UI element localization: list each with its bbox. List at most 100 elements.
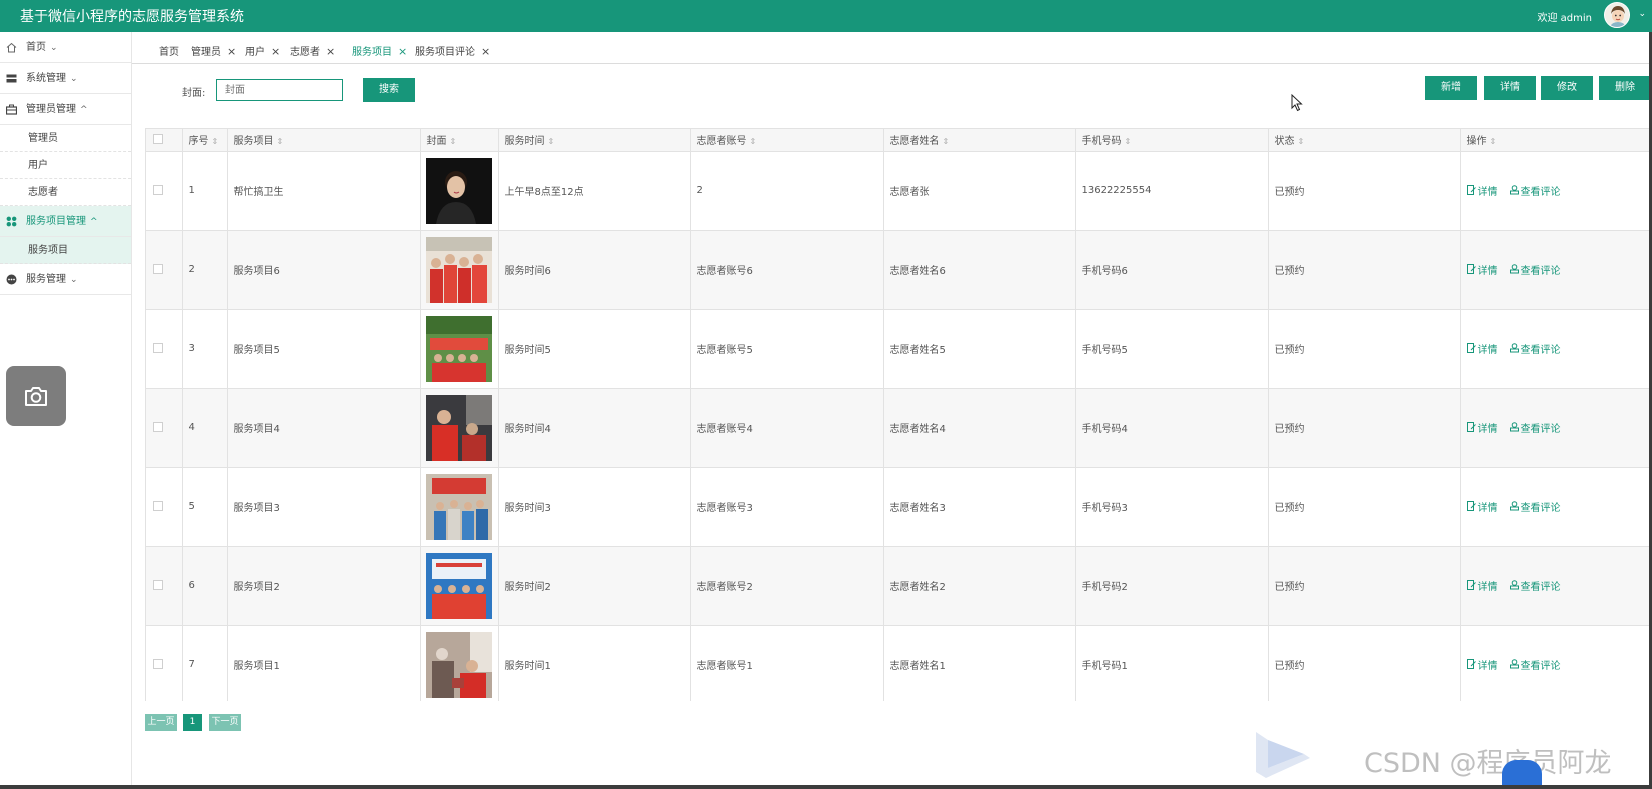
- row-checkbox[interactable]: [153, 501, 163, 511]
- tab-admin[interactable]: 管理员 ×: [191, 43, 236, 58]
- tab-volunteer[interactable]: 志愿者 ×: [290, 43, 335, 58]
- row-detail-link[interactable]: 详情: [1466, 185, 1498, 198]
- select-all-cell[interactable]: [146, 129, 183, 152]
- row-detail-link[interactable]: 详情: [1466, 501, 1498, 514]
- cover-image[interactable]: [425, 236, 498, 303]
- user-menu-chevron-icon[interactable]: ⌄: [1638, 9, 1646, 19]
- row-comments-link[interactable]: 查看评论: [1509, 264, 1561, 277]
- row-comments-link[interactable]: 查看评论: [1509, 659, 1561, 672]
- table-row[interactable]: 5 服务项目3 服务时间3 志愿者账号3 志愿者姓名3 手机号码3 已预约 详情 查看评论: [146, 467, 1652, 547]
- sidebar-item-home[interactable]: 首页 ⌄: [0, 32, 131, 63]
- table-row[interactable]: 7 服务项目1 服务时间1 志愿者账号1 志愿者姓名1 手机号码1 已预约 详情 查看评论: [146, 625, 1652, 701]
- search-button[interactable]: 搜索: [363, 78, 415, 102]
- tab-user[interactable]: 用户 ×: [245, 43, 280, 58]
- row-select-cell[interactable]: [146, 467, 183, 547]
- row-select-cell[interactable]: [146, 388, 183, 468]
- close-icon[interactable]: ×: [326, 45, 335, 58]
- row-detail-link[interactable]: 详情: [1466, 580, 1498, 593]
- cover-image[interactable]: [425, 394, 498, 461]
- sidebar-item-label: 首页: [26, 42, 46, 53]
- detail-button[interactable]: 详情: [1484, 76, 1536, 100]
- tab-service-project-comments[interactable]: 服务项目评论 ×: [415, 43, 490, 58]
- page-number-button[interactable]: 1: [183, 714, 202, 731]
- close-icon[interactable]: ×: [481, 45, 490, 58]
- row-checkbox[interactable]: [153, 343, 163, 353]
- sort-icon[interactable]: ⇕: [1490, 137, 1497, 146]
- row-select-cell[interactable]: [146, 546, 183, 626]
- user-avatar[interactable]: [1604, 2, 1630, 28]
- sort-icon[interactable]: ⇕: [943, 137, 950, 146]
- row-detail-link[interactable]: 详情: [1466, 659, 1498, 672]
- close-icon[interactable]: ×: [398, 45, 407, 58]
- cell-volunteer-name: 志愿者张: [883, 151, 1076, 231]
- column-header[interactable]: 手机号码 ⇕: [1075, 129, 1269, 152]
- tab-home[interactable]: 首页: [159, 43, 179, 58]
- close-icon[interactable]: ×: [271, 45, 280, 58]
- sort-icon[interactable]: ⇕: [750, 137, 757, 146]
- cover-image[interactable]: [425, 315, 498, 382]
- row-checkbox[interactable]: [153, 580, 163, 590]
- close-icon[interactable]: ×: [227, 45, 236, 58]
- edit-button[interactable]: 修改: [1541, 76, 1593, 100]
- sidebar-item-admin-management[interactable]: 管理员管理 ^: [0, 94, 131, 125]
- sidebar-item-system[interactable]: 系统管理 ⌄: [0, 63, 131, 94]
- sort-icon[interactable]: ⇕: [212, 137, 219, 146]
- row-detail-link[interactable]: 详情: [1466, 264, 1498, 277]
- sidebar-subitem-volunteer[interactable]: 志愿者: [0, 179, 131, 206]
- row-checkbox[interactable]: [153, 264, 163, 274]
- table-row[interactable]: 2 服务项目6 服务时间6 志愿者账号6 志愿者姓名6 手机号码6 已预约 详情 查看评论: [146, 230, 1652, 310]
- row-select-cell[interactable]: [146, 309, 183, 389]
- sidebar-subitem-admin[interactable]: 管理员: [0, 125, 131, 152]
- select-all-checkbox[interactable]: [153, 134, 163, 145]
- column-header[interactable]: 操作 ⇕: [1460, 129, 1652, 152]
- sidebar-subitem-service-project[interactable]: 服务项目: [0, 237, 131, 264]
- sort-icon[interactable]: ⇕: [277, 137, 284, 146]
- table-row[interactable]: 1 帮忙搞卫生 上午早8点至12点 2 志愿者张 13622225554 已预约 详情 查看评论: [146, 151, 1652, 231]
- row-comments-link[interactable]: 查看评论: [1509, 185, 1561, 198]
- cover-image[interactable]: [425, 631, 498, 698]
- column-header[interactable]: 服务项目 ⇕: [227, 129, 421, 152]
- cover-image[interactable]: [425, 552, 498, 619]
- column-header[interactable]: 志愿者姓名 ⇕: [883, 129, 1076, 152]
- row-checkbox[interactable]: [153, 659, 163, 669]
- next-page-button[interactable]: 下一页: [209, 714, 241, 731]
- row-select-cell[interactable]: [146, 151, 183, 231]
- table-row[interactable]: 6 服务项目2 服务时间2 志愿者账号2 志愿者姓名2 手机号码2 已预约 详情 查看评论: [146, 546, 1652, 626]
- row-select-cell[interactable]: [146, 230, 183, 310]
- sidebar-item-service-management[interactable]: 服务管理 ⌄: [0, 264, 131, 295]
- column-header[interactable]: 状态 ⇕: [1268, 129, 1461, 152]
- watermark-logo-icon: [1254, 728, 1314, 783]
- add-button[interactable]: 新增: [1425, 76, 1477, 100]
- tab-label: 志愿者: [290, 47, 320, 58]
- column-header[interactable]: 服务时间 ⇕: [498, 129, 691, 152]
- screenshot-camera-button[interactable]: [6, 366, 66, 426]
- row-checkbox[interactable]: [153, 185, 163, 195]
- table-row[interactable]: 4 服务项目4 服务时间4 志愿者账号4 志愿者姓名4 手机号码4 已预约 详情 查看评论: [146, 388, 1652, 468]
- row-comments-link[interactable]: 查看评论: [1509, 343, 1561, 356]
- cell-cover: [420, 546, 499, 626]
- sort-icon[interactable]: ⇕: [1125, 137, 1132, 146]
- column-header[interactable]: 封面 ⇕: [420, 129, 499, 152]
- cover-image[interactable]: [425, 473, 498, 540]
- tab-service-project[interactable]: 服务项目 ×: [352, 43, 407, 58]
- cover-image[interactable]: [425, 157, 498, 224]
- row-select-cell[interactable]: [146, 625, 183, 701]
- column-header[interactable]: 序号 ⇕: [182, 129, 228, 152]
- sort-icon[interactable]: ⇕: [450, 137, 457, 146]
- row-comments-link[interactable]: 查看评论: [1509, 422, 1561, 435]
- table-row[interactable]: 3 服务项目5 服务时间5 志愿者账号5 志愿者姓名5 手机号码5 已预约 详情 查看评论: [146, 309, 1652, 389]
- sort-icon[interactable]: ⇕: [548, 137, 555, 146]
- row-comments-link[interactable]: 查看评论: [1509, 580, 1561, 593]
- prev-page-button[interactable]: 上一页: [145, 714, 177, 731]
- row-comments-link[interactable]: 查看评论: [1509, 501, 1561, 514]
- column-header[interactable]: 志愿者账号 ⇕: [690, 129, 884, 152]
- row-detail-link[interactable]: 详情: [1466, 422, 1498, 435]
- sidebar-item-service-project-management[interactable]: 服务项目管理 ^: [0, 206, 131, 237]
- cell-service-time: 服务时间5: [498, 309, 691, 389]
- sidebar-subitem-user[interactable]: 用户: [0, 152, 131, 179]
- sort-icon[interactable]: ⇕: [1298, 137, 1305, 146]
- cover-search-input[interactable]: [216, 79, 343, 101]
- row-checkbox[interactable]: [153, 422, 163, 432]
- row-detail-link[interactable]: 详情: [1466, 343, 1498, 356]
- delete-button[interactable]: 删除: [1599, 76, 1651, 100]
